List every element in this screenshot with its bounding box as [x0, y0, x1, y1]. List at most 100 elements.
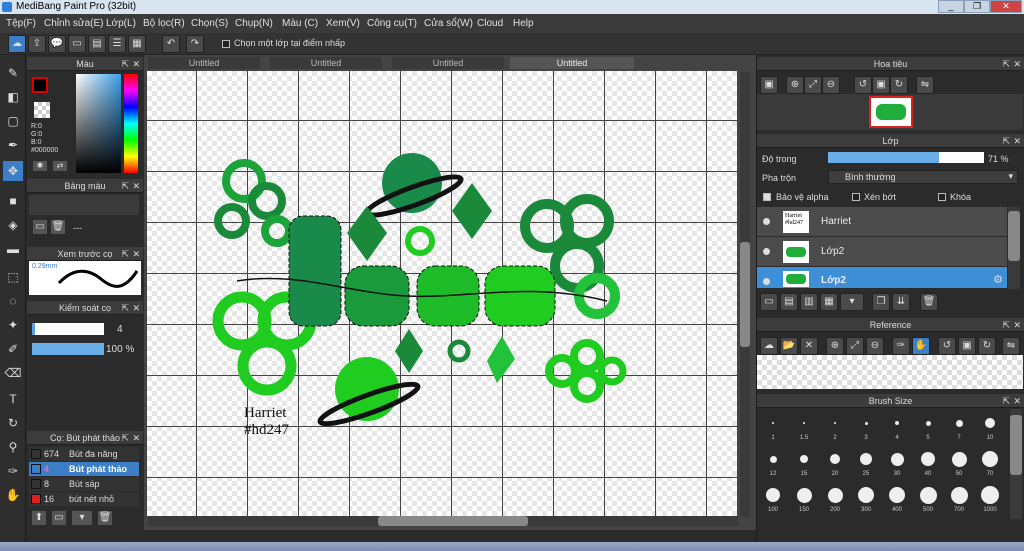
- brush-list-item[interactable]: 674 Bút đa năng: [29, 447, 139, 461]
- brush-size-cell[interactable]: 500: [914, 485, 942, 513]
- layer-opacity-slider[interactable]: [828, 152, 984, 163]
- select-pen-icon[interactable]: ✐: [3, 339, 23, 359]
- brush-menu-icon[interactable]: ▾: [72, 511, 92, 525]
- menu-cloud[interactable]: Cloud: [477, 14, 503, 33]
- brush-size-cell[interactable]: 150: [790, 485, 818, 513]
- brush-size-cell[interactable]: 2: [821, 413, 849, 441]
- eyedropper-icon[interactable]: ⚲: [3, 437, 23, 457]
- brush-size-cell[interactable]: 1: [759, 413, 787, 441]
- layer-scrollbar[interactable]: [1008, 207, 1020, 289]
- brush-size-cell[interactable]: 3: [852, 413, 880, 441]
- rotate-left-icon[interactable]: ↺: [854, 76, 872, 94]
- brush-size-cell[interactable]: 1000: [976, 485, 1004, 513]
- brush-size-cell[interactable]: 7: [945, 413, 973, 441]
- dropper-icon[interactable]: ✑: [3, 461, 23, 481]
- menu-view[interactable]: Xem(V): [326, 14, 360, 33]
- menu-color[interactable]: Màu (C): [282, 14, 318, 33]
- vertical-scrollbar[interactable]: [740, 72, 750, 517]
- brush-size-cell[interactable]: 40: [914, 449, 942, 477]
- cloud-icon[interactable]: ☁: [760, 337, 778, 355]
- saturation-field[interactable]: [76, 74, 121, 173]
- close-button[interactable]: ✕: [990, 0, 1022, 13]
- new-folder-icon[interactable]: ▦: [820, 293, 838, 311]
- rotate-right-icon[interactable]: ↻: [890, 76, 908, 94]
- cloud-icon[interactable]: ☁: [8, 35, 26, 53]
- new-palette-icon[interactable]: ▭: [33, 220, 47, 234]
- redo-icon[interactable]: ↷: [186, 35, 204, 53]
- brush-size-cell[interactable]: 100: [759, 485, 787, 513]
- zoom-in-icon[interactable]: ⊕: [786, 76, 804, 94]
- flip-icon[interactable]: ⇋: [1002, 337, 1020, 355]
- menu-file[interactable]: Tệp(F): [6, 14, 36, 33]
- eraser-tool-icon[interactable]: ◧: [3, 87, 23, 107]
- document-tab[interactable]: Untitled: [148, 57, 260, 69]
- list-icon[interactable]: ☰: [108, 35, 126, 53]
- gear-icon[interactable]: ⚙: [993, 273, 1003, 286]
- layer-fit-icon[interactable]: ▣: [760, 76, 778, 94]
- menu-window[interactable]: Cửa sổ(W): [424, 14, 473, 33]
- visibility-icon[interactable]: [763, 248, 770, 255]
- brush-size-cell[interactable]: 25: [852, 449, 880, 477]
- add-brush-icon[interactable]: ⬆: [32, 511, 46, 525]
- brush-size-cell[interactable]: 50: [945, 449, 973, 477]
- menu-edit[interactable]: Chỉnh sửa(E): [44, 14, 104, 33]
- brush-list-item-selected[interactable]: 4 Bút phát thảo: [29, 462, 139, 476]
- brush-opacity-slider[interactable]: [32, 343, 104, 355]
- merge-layer-icon[interactable]: ⇊: [892, 293, 910, 311]
- new-brush-icon[interactable]: ▭: [52, 511, 66, 525]
- menu-tools[interactable]: Công cụ(T): [367, 14, 417, 33]
- new-layer-icon[interactable]: ▭: [760, 293, 778, 311]
- brush-size-cell[interactable]: 1.5: [790, 413, 818, 441]
- grid-icon[interactable]: ▦: [128, 35, 146, 53]
- brush-size-cell[interactable]: 70: [976, 449, 1004, 477]
- palette-area[interactable]: [29, 195, 139, 215]
- new-halftone-layer-icon[interactable]: ▤: [780, 293, 798, 311]
- panel-icon[interactable]: ▤: [88, 35, 106, 53]
- flip-icon[interactable]: ⇋: [916, 76, 934, 94]
- hand-tool-icon[interactable]: ✋: [3, 485, 23, 505]
- blend-mode-select[interactable]: Bình thường ▾: [828, 170, 1018, 184]
- reset-icon[interactable]: ▣: [958, 337, 976, 355]
- layer-row-selected[interactable]: Lớp2 ⚙: [757, 267, 1007, 289]
- brush-size-cell[interactable]: 700: [945, 485, 973, 513]
- gradient-tool-icon[interactable]: ▬: [3, 239, 23, 259]
- menu-help[interactable]: Help: [513, 14, 534, 33]
- move-tool-icon[interactable]: ✥: [3, 161, 23, 181]
- lock-checkbox[interactable]: [938, 193, 946, 201]
- rotate-left-icon[interactable]: ↺: [938, 337, 956, 355]
- menu-select[interactable]: Chọn(S): [191, 14, 228, 33]
- protect-alpha-checkbox[interactable]: [763, 193, 771, 201]
- layer-row[interactable]: Lớp2: [757, 237, 1007, 267]
- close-icon[interactable]: ✕: [800, 337, 818, 355]
- fit-icon[interactable]: ⤢: [846, 337, 864, 355]
- canvas[interactable]: Harriet #hd247: [147, 71, 737, 516]
- navigator-thumbnail[interactable]: [869, 96, 913, 128]
- open-folder-icon[interactable]: 📂: [780, 337, 798, 355]
- rotate-right-icon[interactable]: ↻: [978, 337, 996, 355]
- shape-tool-icon[interactable]: ■: [3, 191, 23, 211]
- select-eraser-icon[interactable]: ⌫: [3, 363, 23, 383]
- color-add-button[interactable]: ✱: [33, 161, 47, 171]
- visibility-icon[interactable]: [763, 278, 770, 285]
- color-swap-button[interactable]: ⇄: [53, 161, 67, 171]
- fit-icon[interactable]: ⤢: [804, 76, 822, 94]
- lasso-tool-icon[interactable]: ◌: [3, 291, 23, 311]
- pen-tool-icon[interactable]: ✒: [3, 135, 23, 155]
- layer-row[interactable]: Harriet #hd247 Harriet: [757, 207, 1007, 237]
- rectangle-tool-icon[interactable]: ▢: [3, 111, 23, 131]
- primary-color-swatch[interactable]: [32, 77, 48, 93]
- brush-list-item[interactable]: 8 Bút sáp: [29, 477, 139, 491]
- menu-snap[interactable]: Chụp(N): [235, 14, 273, 33]
- brush-size-scrollbar[interactable]: [1010, 409, 1022, 519]
- delete-palette-icon[interactable]: 🗑: [51, 220, 65, 234]
- brush-size-cell[interactable]: 300: [852, 485, 880, 513]
- clipping-checkbox[interactable]: [852, 193, 860, 201]
- brush-list-item[interactable]: 16 bút nét nhỏ: [29, 492, 139, 506]
- minimize-button[interactable]: _: [938, 0, 964, 13]
- menu-filter[interactable]: Bộ lọc(R): [143, 14, 185, 33]
- document-tab[interactable]: Untitled: [392, 57, 504, 69]
- dropper-icon[interactable]: ✑: [892, 337, 910, 355]
- brush-size-cell[interactable]: 5: [914, 413, 942, 441]
- brush-size-slider[interactable]: [32, 323, 104, 335]
- comment-icon[interactable]: 💬: [48, 35, 66, 53]
